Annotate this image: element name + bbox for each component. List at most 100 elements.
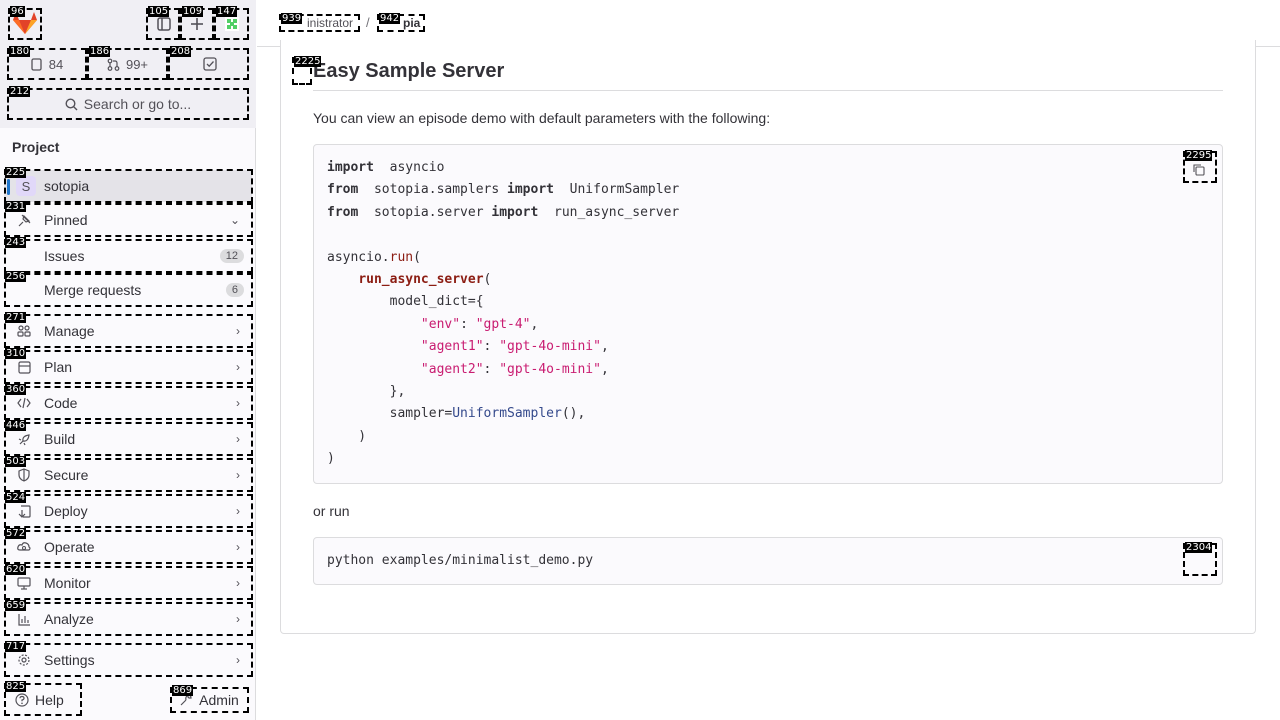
avatar-icon xyxy=(225,17,239,31)
code-token: (), xyxy=(561,406,586,422)
sidebar-item-deploy[interactable]: Deploy › xyxy=(4,495,252,527)
marker-label: 659 xyxy=(5,600,27,611)
or-run-text: or run xyxy=(313,503,350,519)
shield-icon xyxy=(16,467,32,483)
sidebar-item-monitor[interactable]: Monitor › xyxy=(4,567,252,599)
sidebar-item-operate[interactable]: Operate › xyxy=(4,531,252,563)
code-token: UniformSampler xyxy=(554,182,680,198)
code-token-kw: import xyxy=(491,204,539,220)
code-token: , xyxy=(530,316,539,332)
code-token-str: "agent2" xyxy=(420,361,484,377)
sidebar-item-label: Plan xyxy=(44,359,73,375)
chevron-down-icon: ⌄ xyxy=(229,213,240,227)
sidebar-item-code[interactable]: Code › xyxy=(4,387,252,419)
code-line: from sotopia.samplers import UniformSamp… xyxy=(327,181,679,199)
chevron-right-icon: › xyxy=(236,396,240,410)
sidebar-item-analyze[interactable]: Analyze › xyxy=(4,603,252,635)
code-token-fnr: run xyxy=(389,249,414,265)
code-icon xyxy=(16,395,32,411)
chevron-right-icon: › xyxy=(236,324,240,338)
code-token: }, xyxy=(327,384,406,399)
code-line: python examples/minimalist_demo.py xyxy=(327,553,594,568)
chevron-right-icon: › xyxy=(236,432,240,446)
sidebar-item-label: Merge requests xyxy=(44,282,142,298)
code-token: ( xyxy=(483,272,492,287)
sidebar-item-manage[interactable]: Manage › xyxy=(4,315,252,347)
sidebar-item-settings[interactable]: Settings › xyxy=(4,644,252,676)
chevron-right-icon: › xyxy=(236,540,240,554)
code-token: : xyxy=(460,316,476,332)
code-token: sampler= xyxy=(327,406,453,422)
sidebar-item-project[interactable]: S sotopia xyxy=(4,170,252,202)
sidebar-item-pinned[interactable]: Pinned ⌄ xyxy=(4,204,252,236)
breadcrumb-parent[interactable]: inistrator xyxy=(307,16,353,30)
sidebar-item-label: Manage xyxy=(44,323,95,339)
marker-label: 360 xyxy=(5,384,27,395)
sidebar-item-build[interactable]: Build › xyxy=(4,423,252,455)
marker-label: 310 xyxy=(5,348,27,359)
sidebar-item-label: Build xyxy=(44,431,76,447)
search-button[interactable]: Search or go to... xyxy=(7,88,249,120)
code-token-kw: from xyxy=(327,182,359,198)
code-line: "agent1": "gpt-4o-mini", xyxy=(327,338,609,356)
chevron-right-icon: › xyxy=(236,653,240,667)
code-token-str: "gpt-4o-mini" xyxy=(499,361,601,377)
code-line: model_dict={ xyxy=(327,293,484,311)
marker-label: 446 xyxy=(5,420,27,431)
sidebar-item-label: Issues xyxy=(44,248,85,264)
settings-icon xyxy=(16,652,32,668)
marker-label: 105 xyxy=(148,6,170,17)
sidebar-item-plan[interactable]: Plan › xyxy=(4,351,252,383)
marker-label: 524 xyxy=(5,492,27,503)
marker-label: 256 xyxy=(5,271,27,282)
admin-label: Admin xyxy=(199,692,239,708)
chevron-right-icon: › xyxy=(236,576,240,590)
project-name: sotopia xyxy=(44,178,90,194)
chevron-right-icon: › xyxy=(236,360,240,374)
sidebar-item-merge-requests[interactable]: Merge requests 6 xyxy=(4,274,252,306)
code-block-python: import asyncio from sotopia.samplers impo… xyxy=(313,144,1223,484)
code-token: sotopia.samplers xyxy=(358,182,508,198)
plus-icon xyxy=(191,18,203,30)
marker-label: 271 xyxy=(5,312,27,323)
code-token: run_async_server xyxy=(538,204,680,220)
code-token-str: "gpt-4o-mini" xyxy=(499,339,601,355)
marker-label: 620 xyxy=(5,564,27,575)
section-heading: Easy Sample Server xyxy=(313,60,505,82)
code-token: ( xyxy=(413,249,421,265)
code-token: : xyxy=(483,339,500,355)
chevron-right-icon: › xyxy=(236,468,240,482)
sidebar-item-label: Operate xyxy=(44,539,95,555)
code-token: , xyxy=(600,361,609,377)
marker-label: 2225 xyxy=(294,56,322,67)
marker-label: 231 xyxy=(5,201,27,212)
marker-label: 717 xyxy=(5,641,27,652)
help-label: Help xyxy=(35,692,64,708)
marker-label: 939 xyxy=(281,13,303,24)
merge-requests-badge: 6 xyxy=(225,283,244,297)
code-token: ) xyxy=(327,451,335,467)
code-line: from sotopia.server import run_async_ser… xyxy=(327,204,679,222)
code-line: import asyncio xyxy=(327,159,444,177)
sidebar-item-issues[interactable]: Issues 12 xyxy=(4,240,252,272)
marker-label: 180 xyxy=(9,46,31,57)
breadcrumb-current[interactable]: pia xyxy=(403,16,420,30)
sidebar-item-label: Pinned xyxy=(44,212,88,228)
code-token-str: "env" xyxy=(420,316,461,332)
code-token: asyncio. xyxy=(327,249,390,265)
code-token: asyncio xyxy=(373,160,445,175)
planning-icon xyxy=(16,359,32,375)
issues-icon xyxy=(31,57,42,71)
marker-label: 825 xyxy=(5,681,27,692)
project-avatar: S xyxy=(16,176,36,196)
copy-icon xyxy=(1193,164,1205,176)
code-token-str: "gpt-4" xyxy=(475,316,531,332)
code-token-kw: import xyxy=(507,182,554,198)
sidebar-item-label: Monitor xyxy=(44,575,91,591)
code-token: model_dict={ xyxy=(327,294,484,310)
marker-label: 96 xyxy=(10,6,25,17)
sidebar-item-secure[interactable]: Secure › xyxy=(4,459,252,491)
users-icon xyxy=(16,323,32,339)
